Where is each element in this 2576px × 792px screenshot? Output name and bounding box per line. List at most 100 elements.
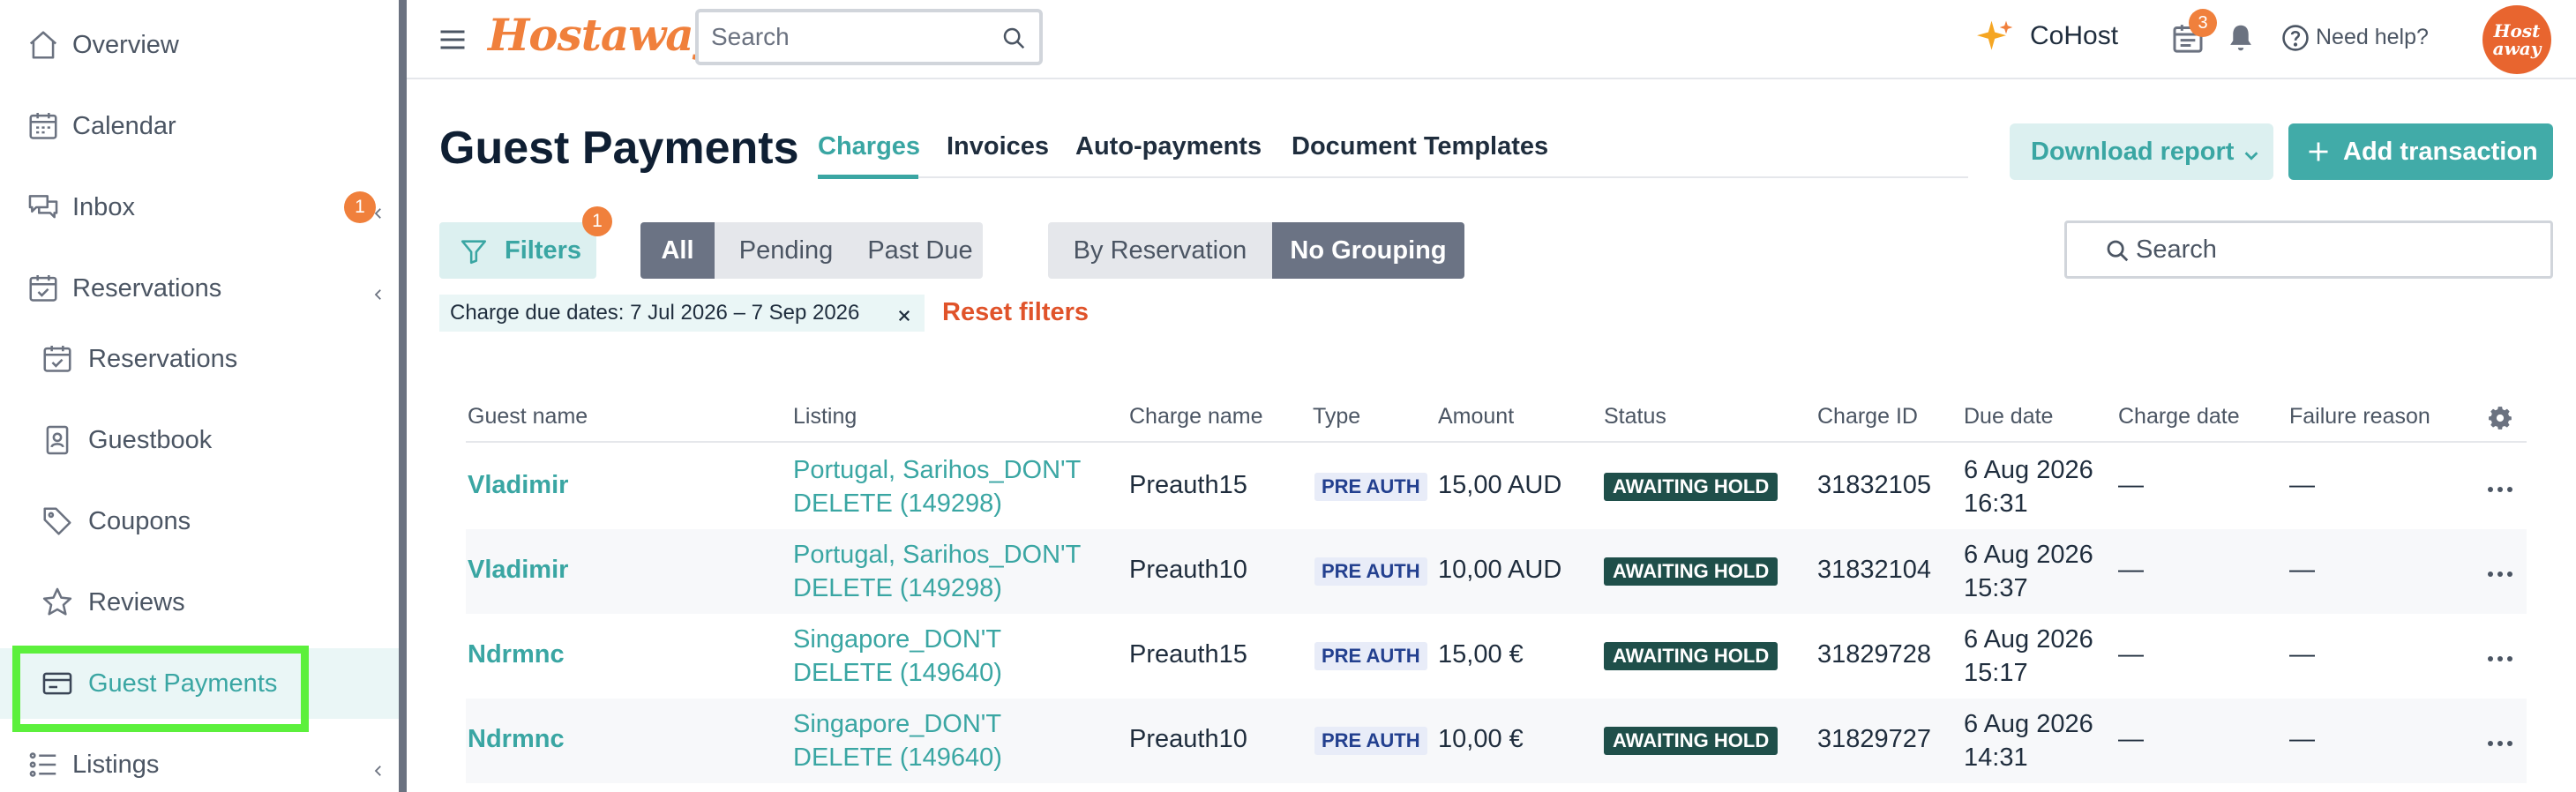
- table-row[interactable]: Ndrmnc Singapore_DON'T DELETE (149640) P…: [466, 699, 2527, 783]
- sidebar-item-label: Calendar: [72, 111, 176, 140]
- chat-icon: [26, 191, 60, 224]
- grouping-by-reservation-button[interactable]: By Reservation: [1048, 222, 1272, 279]
- active-filter-chip: Charge due dates: 7 Jul 2026 – 7 Sep 202…: [439, 295, 925, 332]
- sidebar-item-label: Reservations: [88, 344, 238, 373]
- hamburger-menu-icon[interactable]: [437, 24, 468, 56]
- grouping-no-grouping-button[interactable]: No Grouping: [1272, 222, 1464, 279]
- help-circle-icon[interactable]: [2280, 23, 2310, 53]
- listing-link[interactable]: Singapore_DON'T DELETE (149640): [793, 623, 1002, 690]
- listing-line: Singapore_DON'T: [793, 625, 1002, 654]
- sidebar-item-label: Reviews: [88, 587, 185, 616]
- tab-charges[interactable]: Charges: [818, 132, 920, 161]
- avatar-text-line2: away: [2492, 38, 2542, 59]
- sidebar-item-listings[interactable]: Listings: [0, 729, 399, 792]
- listing-link[interactable]: Portugal, Sarihos_DON'T DELETE (149298): [793, 538, 1081, 605]
- table-row[interactable]: Vladimir Portugal, Sarihos_DON'T DELETE …: [466, 445, 2527, 529]
- chevron-left-icon[interactable]: [371, 757, 386, 776]
- search-icon: [2104, 237, 2130, 264]
- sidebar-item-guest-payments[interactable]: Guest Payments: [0, 648, 399, 719]
- due-time-line: 14:31: [1964, 743, 2028, 772]
- status-all-button[interactable]: All: [640, 222, 715, 279]
- type-badge: PRE AUTH: [1314, 727, 1427, 755]
- bell-icon[interactable]: [2224, 21, 2258, 55]
- sidebar-item-guestbook[interactable]: Guestbook: [0, 405, 399, 475]
- status-badge: AWAITING HOLD: [1604, 557, 1778, 586]
- cohost-link[interactable]: CoHost: [2030, 21, 2118, 51]
- more-horizontal-icon[interactable]: [2486, 652, 2514, 661]
- guest-name-link[interactable]: Ndrmnc: [468, 640, 565, 669]
- listing-line: Singapore_DON'T: [793, 710, 1002, 738]
- tag-icon: [41, 504, 74, 538]
- download-report-button[interactable]: Download report: [2010, 123, 2273, 180]
- help-link[interactable]: Need help?: [2316, 25, 2429, 50]
- gear-icon[interactable]: [2488, 406, 2512, 430]
- status-past-due-button[interactable]: Past Due: [857, 222, 983, 279]
- sparkle-icon[interactable]: [1977, 18, 2016, 56]
- due-date: 6 Aug 2026 15:37: [1964, 538, 2093, 605]
- sidebar-item-inbox[interactable]: Inbox 1: [0, 172, 399, 243]
- tab-auto-payments[interactable]: Auto-payments: [1075, 132, 1262, 161]
- search-placeholder: Search: [711, 23, 790, 50]
- close-icon[interactable]: [896, 305, 912, 322]
- charge-name: Preauth15: [1129, 471, 1247, 499]
- column-header-charge-id[interactable]: Charge ID: [1817, 404, 1918, 430]
- guest-name-link[interactable]: Vladimir: [468, 556, 568, 585]
- sidebar-scrollbar[interactable]: [399, 0, 407, 792]
- column-header-type[interactable]: Type: [1313, 404, 1360, 430]
- tab-document-templates[interactable]: Document Templates: [1292, 132, 1548, 161]
- sidebar-item-coupons[interactable]: Coupons: [0, 486, 399, 557]
- more-horizontal-icon[interactable]: [2486, 567, 2514, 577]
- due-time-line: 15:37: [1964, 574, 2028, 602]
- guest-name-link[interactable]: Vladimir: [468, 471, 568, 500]
- column-header-charge-date[interactable]: Charge date: [2118, 404, 2240, 430]
- type-badge: PRE AUTH: [1314, 557, 1427, 586]
- sidebar-item-overview[interactable]: Overview: [0, 10, 399, 80]
- sidebar-item-reservations-group[interactable]: Reservations: [0, 253, 399, 324]
- chevron-left-icon[interactable]: [371, 199, 386, 219]
- sidebar-item-label: Reservations: [72, 273, 222, 303]
- amount: 10,00 €: [1438, 725, 1524, 753]
- calendar-check-icon: [26, 272, 60, 305]
- status-pending-button[interactable]: Pending: [715, 222, 857, 279]
- status-badge: AWAITING HOLD: [1604, 642, 1778, 670]
- filters-button[interactable]: Filters: [439, 222, 596, 279]
- more-horizontal-icon[interactable]: [2486, 736, 2514, 746]
- column-header-failure-reason[interactable]: Failure reason: [2289, 404, 2430, 430]
- guest-name-link[interactable]: Ndrmnc: [468, 725, 565, 754]
- global-search-input[interactable]: Search: [695, 9, 1043, 65]
- sidebar-item-reviews[interactable]: Reviews: [0, 567, 399, 638]
- column-header-guest-name[interactable]: Guest name: [468, 404, 588, 430]
- more-horizontal-icon[interactable]: [2486, 482, 2514, 492]
- listing-link[interactable]: Singapore_DON'T DELETE (149640): [793, 707, 1002, 774]
- due-date-line: 6 Aug 2026: [1964, 541, 2093, 569]
- column-header-amount[interactable]: Amount: [1438, 404, 1514, 430]
- table-row[interactable]: Ndrmnc Singapore_DON'T DELETE (149640) P…: [466, 614, 2527, 699]
- reset-filters-link[interactable]: Reset filters: [942, 298, 1089, 327]
- active-tab-indicator: [818, 175, 918, 179]
- avatar[interactable]: Host away: [2482, 5, 2551, 74]
- column-header-charge-name[interactable]: Charge name: [1129, 404, 1262, 430]
- add-transaction-button[interactable]: Add transaction: [2288, 123, 2553, 180]
- chevron-left-icon[interactable]: [371, 280, 386, 300]
- failure-reason: —: [2289, 556, 2315, 584]
- status-badge: AWAITING HOLD: [1604, 727, 1778, 755]
- brand-logo[interactable]: Hostaway: [488, 9, 719, 61]
- listing-line: DELETE (149298): [793, 574, 1002, 602]
- sidebar-item-label: Coupons: [88, 506, 191, 535]
- column-header-listing[interactable]: Listing: [793, 404, 857, 430]
- sidebar-item-calendar[interactable]: Calendar: [0, 91, 399, 161]
- filters-label: Filters: [505, 235, 582, 265]
- column-header-due-date[interactable]: Due date: [1964, 404, 2053, 430]
- credit-card-icon: [41, 667, 74, 700]
- listing-link[interactable]: Portugal, Sarihos_DON'T DELETE (149298): [793, 453, 1081, 520]
- tab-invoices[interactable]: Invoices: [947, 132, 1049, 161]
- table-row[interactable]: Vladimir Portugal, Sarihos_DON'T DELETE …: [466, 529, 2527, 614]
- amount: 15,00 €: [1438, 640, 1524, 669]
- listing-line: DELETE (149640): [793, 659, 1002, 687]
- charge-id: 31829728: [1817, 640, 1932, 669]
- column-header-status[interactable]: Status: [1604, 404, 1666, 430]
- plus-icon: [2306, 139, 2331, 164]
- charge-id: 31832105: [1817, 471, 1932, 499]
- charges-search-input[interactable]: Search: [2064, 220, 2553, 279]
- sidebar-item-reservations[interactable]: Reservations: [0, 324, 399, 394]
